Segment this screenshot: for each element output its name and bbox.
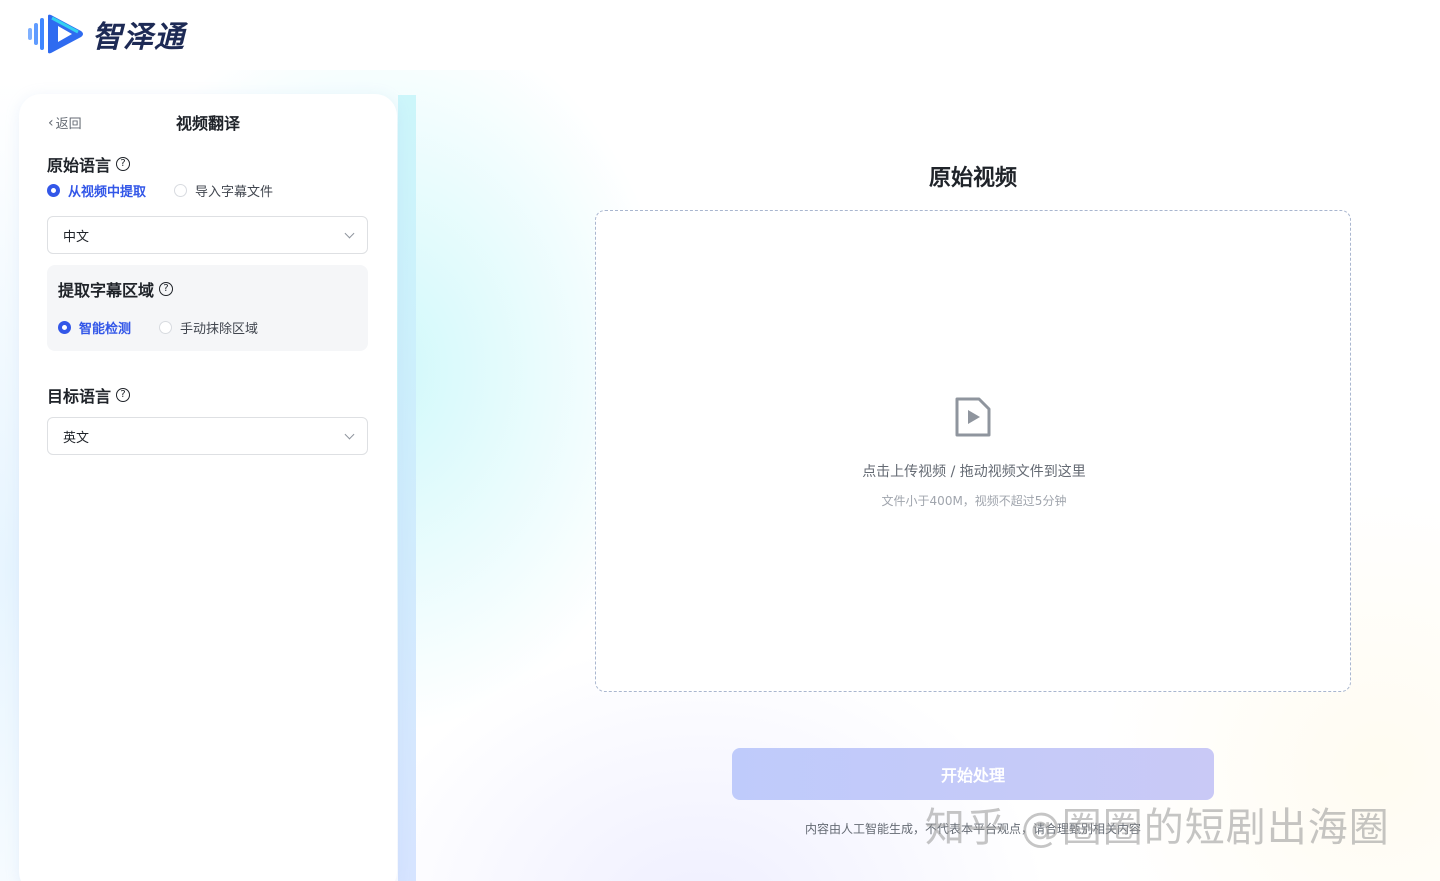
logo-play-icon bbox=[28, 14, 83, 54]
radio-selected-indicator bbox=[47, 184, 60, 197]
radio-selected-indicator bbox=[58, 321, 71, 334]
select-value: 英文 bbox=[63, 430, 90, 446]
help-icon[interactable]: ? bbox=[116, 157, 131, 171]
target-language-label: 目标语言 ? bbox=[47, 383, 131, 407]
logo-text: 智泽通 bbox=[92, 20, 185, 55]
radio-label: 导入字幕文件 bbox=[195, 185, 274, 200]
radio-unselected-indicator bbox=[174, 184, 188, 197]
radio-smart-detect[interactable]: 智能检测 bbox=[58, 318, 131, 337]
source-language-text: 原始语言 bbox=[47, 156, 112, 175]
watermark: 知乎 @圈圈的短剧出海圈 bbox=[925, 805, 1390, 851]
source-language-label: 原始语言 ? bbox=[47, 152, 131, 176]
upload-primary-text: 点击上传视频 / 拖动视频文件到这里 bbox=[862, 464, 1086, 480]
chevron-down-icon bbox=[344, 429, 355, 440]
video-upload-dropzone[interactable]: 点击上传视频 / 拖动视频文件到这里 文件小于400M，视频不超过5分钟 bbox=[595, 210, 1351, 692]
radio-manual-erase-region[interactable]: 手动抹除区域 bbox=[159, 318, 258, 337]
main-title: 原始视频 bbox=[928, 166, 1017, 191]
subtitle-region-box: 提取字幕区域 ? 智能检测 手动抹除区域 bbox=[47, 265, 368, 351]
app-logo[interactable]: 智泽通 bbox=[26, 12, 185, 56]
panel-header: ‹ 返回 视频翻译 bbox=[19, 110, 397, 134]
radio-label: 手动抹除区域 bbox=[180, 322, 259, 337]
help-icon[interactable]: ? bbox=[159, 282, 174, 296]
subtitle-region-text: 提取字幕区域 bbox=[58, 281, 155, 300]
radio-label: 智能检测 bbox=[79, 322, 132, 337]
settings-panel: ‹ 返回 视频翻译 原始语言 ? 从视频中提取 导入字幕文件 中文 提取字幕区域… bbox=[19, 94, 397, 881]
radio-label: 从视频中提取 bbox=[68, 185, 147, 200]
chevron-down-icon bbox=[344, 228, 355, 239]
radio-import-subtitle-file[interactable]: 导入字幕文件 bbox=[174, 181, 273, 200]
panel-divider-strip bbox=[398, 95, 416, 881]
subtitle-region-label: 提取字幕区域 ? bbox=[58, 277, 174, 301]
panel-title: 视频翻译 bbox=[175, 114, 240, 133]
select-value: 中文 bbox=[63, 229, 90, 245]
upload-secondary-text: 文件小于400M，视频不超过5分钟 bbox=[881, 494, 1067, 508]
source-language-select[interactable]: 中文 bbox=[47, 216, 368, 254]
start-processing-button[interactable]: 开始处理 bbox=[732, 748, 1214, 800]
help-icon[interactable]: ? bbox=[116, 388, 131, 402]
source-language-radio-group: 从视频中提取 导入字幕文件 bbox=[47, 181, 301, 200]
target-language-text: 目标语言 bbox=[47, 387, 112, 406]
target-language-select[interactable]: 英文 bbox=[47, 417, 368, 455]
radio-extract-from-video[interactable]: 从视频中提取 bbox=[47, 181, 146, 200]
subtitle-region-radio-group: 智能检测 手动抹除区域 bbox=[58, 318, 286, 337]
video-file-icon bbox=[955, 397, 991, 437]
radio-unselected-indicator bbox=[159, 321, 173, 334]
